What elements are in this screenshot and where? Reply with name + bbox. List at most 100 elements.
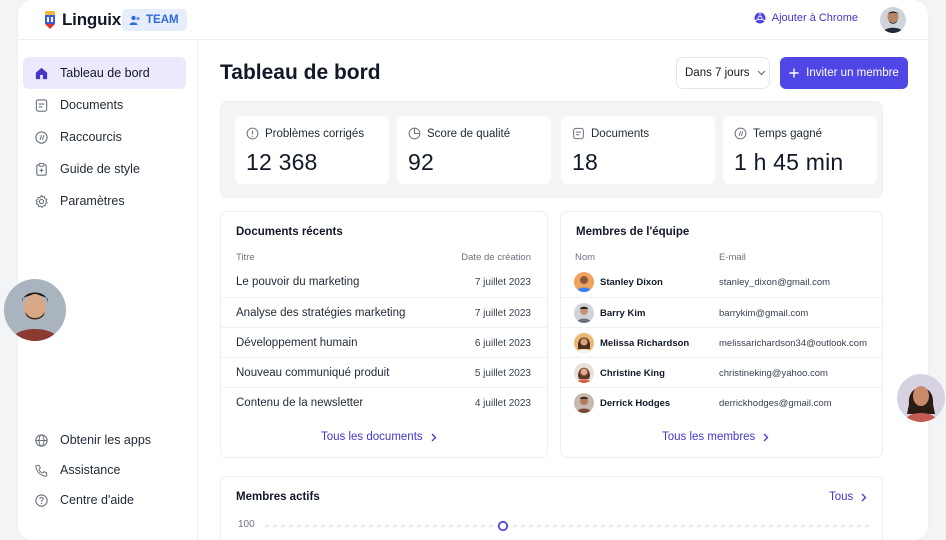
- team-members-title: Membres de l'équipe: [576, 226, 690, 238]
- main-content: Tableau de bord Dans 7 jours Inviter un …: [199, 40, 928, 540]
- active-members-card: Membres actifs Tous 100: [220, 476, 883, 540]
- member-email: christineking@yahoo.com: [719, 368, 828, 379]
- add-to-chrome-link[interactable]: Ajouter à Chrome: [754, 12, 858, 24]
- team-badge[interactable]: TEAM: [122, 9, 187, 31]
- member-email: stanley_dixon@gmail.com: [719, 277, 831, 288]
- stat-card-documents: Documents 18: [561, 116, 715, 184]
- all-members-label: Tous les membres: [662, 431, 756, 443]
- stat-value: 92: [408, 149, 434, 175]
- member-name: Stanley Dixon: [600, 277, 663, 288]
- table-row[interactable]: Nouveau communiqué produit 5 juillet 202…: [221, 357, 547, 387]
- shortcut-icon: [734, 127, 747, 140]
- sidebar-item-documents[interactable]: Documents: [23, 89, 186, 121]
- avatar: [574, 303, 594, 323]
- period-select[interactable]: Dans 7 jours: [676, 57, 770, 89]
- avatar: [574, 363, 594, 383]
- stat-value: 12 368: [246, 149, 318, 175]
- sidebar-item-label: Guide de style: [60, 162, 140, 176]
- column-header-name: Nom: [575, 252, 596, 263]
- member-email: barrykim@gmail.com: [719, 308, 809, 319]
- invite-member-button[interactable]: Inviter un membre: [780, 57, 908, 89]
- sidebar-item-label: Documents: [60, 98, 124, 112]
- column-header-email: E-mail: [719, 252, 746, 263]
- users-icon: [129, 15, 140, 25]
- document-icon: [573, 127, 584, 140]
- column-header-title: Titre: [236, 252, 255, 263]
- recent-documents-card: Documents récents Titre Date de création…: [220, 211, 548, 458]
- all-members-link[interactable]: Tous les membres: [662, 431, 769, 443]
- chevron-right-icon: [431, 433, 437, 441]
- recent-documents-title: Documents récents: [236, 226, 343, 238]
- stat-value: 18: [572, 149, 598, 175]
- stat-value: 1 h 45 min: [734, 149, 844, 175]
- linguix-logo-icon: [45, 11, 55, 29]
- chevron-right-icon: [861, 493, 867, 501]
- stats-panel: Problèmes corrigés 12 368 Score de quali…: [220, 101, 883, 198]
- table-row[interactable]: Christine King christineking@yahoo.com: [561, 357, 882, 387]
- sidebar-item-label: Tableau de bord: [60, 66, 150, 80]
- sidebar-item-shortcuts[interactable]: Raccourcis: [23, 121, 186, 153]
- clipboard-icon: [36, 162, 47, 176]
- document-title: Développement humain: [236, 337, 358, 349]
- table-row[interactable]: Analyse des stratégies marketing 7 juill…: [221, 297, 547, 327]
- chevron-down-icon: [757, 70, 765, 76]
- avatar: [574, 393, 594, 413]
- brand-name[interactable]: Linguix: [62, 10, 121, 30]
- member-name: Melissa Richardson: [600, 338, 690, 349]
- page-title: Tableau de bord: [220, 61, 381, 84]
- home-icon: [35, 67, 48, 79]
- table-row[interactable]: Le pouvoir du marketing 7 juillet 2023: [221, 267, 547, 297]
- table-row[interactable]: Barry Kim barrykim@gmail.com: [561, 297, 882, 327]
- all-active-members-label: Tous: [829, 491, 854, 503]
- avatar: [574, 333, 594, 353]
- stat-label: Score de qualité: [427, 127, 511, 140]
- sidebar-item-label: Paramètres: [60, 194, 125, 208]
- table-row[interactable]: Stanley Dixon stanley_dixon@gmail.com: [561, 267, 882, 297]
- document-title: Le pouvoir du marketing: [236, 276, 360, 288]
- pie-chart-icon: [408, 127, 421, 140]
- sidebar-item-support[interactable]: Assistance: [23, 454, 186, 486]
- sidebar-item-label: Raccourcis: [60, 130, 122, 144]
- team-badge-label: TEAM: [146, 14, 179, 26]
- member-name: Christine King: [600, 368, 665, 379]
- member-name: Barry Kim: [600, 308, 646, 319]
- table-row[interactable]: Contenu de la newsletter 4 juillet 2023: [221, 387, 547, 417]
- globe-icon: [35, 433, 48, 447]
- member-name: Derrick Hodges: [600, 398, 671, 409]
- floating-avatar-man: [4, 279, 66, 341]
- document-date: 5 juillet 2023: [474, 368, 531, 379]
- chart-point: [497, 520, 509, 532]
- active-members-chart: [265, 520, 870, 532]
- chrome-icon: [754, 12, 766, 24]
- table-row[interactable]: Derrick Hodges derrickhodges@gmail.com: [561, 387, 882, 417]
- sidebar-item-get-apps[interactable]: Obtenir les apps: [23, 424, 186, 456]
- user-avatar[interactable]: [880, 7, 906, 33]
- document-date: 4 juillet 2023: [474, 398, 531, 409]
- column-header-date: Date de création: [461, 252, 531, 263]
- phone-icon: [35, 464, 48, 477]
- sidebar-item-settings[interactable]: Paramètres: [23, 185, 186, 217]
- sidebar-item-style-guide[interactable]: Guide de style: [23, 153, 186, 185]
- sidebar-item-label: Centre d'aide: [60, 493, 134, 507]
- stat-label: Temps gagné: [753, 127, 823, 140]
- sidebar-item-dashboard[interactable]: Tableau de bord: [23, 57, 186, 89]
- document-date: 7 juillet 2023: [474, 308, 531, 319]
- top-bar: Linguix TEAM Ajouter à Chrome: [18, 0, 928, 40]
- sidebar-item-label: Obtenir les apps: [60, 433, 152, 447]
- invite-member-label: Inviter un membre: [806, 67, 899, 79]
- all-documents-label: Tous les documents: [321, 431, 423, 443]
- table-row[interactable]: Melissa Richardson melissarichardson34@o…: [561, 327, 882, 357]
- chevron-right-icon: [763, 433, 769, 441]
- all-active-members-link[interactable]: Tous: [829, 491, 867, 503]
- sidebar-item-help-center[interactable]: Centre d'aide: [23, 484, 186, 516]
- shortcut-icon: [35, 130, 48, 144]
- add-to-chrome-label: Ajouter à Chrome: [771, 12, 858, 24]
- table-row[interactable]: Développement humain 6 juillet 2023: [221, 327, 547, 357]
- floating-avatar-woman: [897, 374, 945, 422]
- all-documents-link[interactable]: Tous les documents: [321, 431, 437, 443]
- stat-label: Problèmes corrigés: [265, 127, 365, 140]
- document-date: 7 juillet 2023: [474, 277, 531, 288]
- period-select-value: Dans 7 jours: [685, 67, 750, 79]
- gear-icon: [35, 194, 48, 208]
- help-icon: [35, 493, 48, 507]
